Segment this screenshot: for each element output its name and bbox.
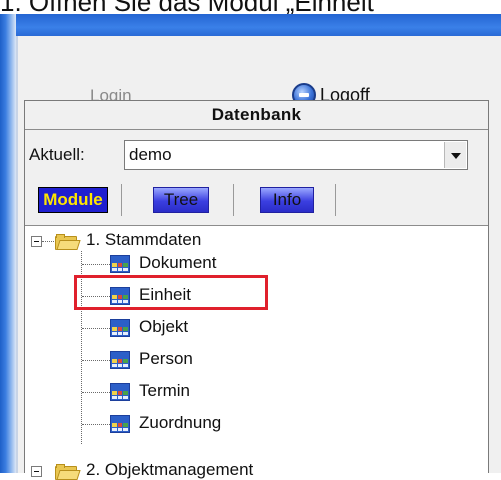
table-icon bbox=[110, 415, 130, 433]
highlight-box bbox=[74, 275, 268, 310]
table-icon bbox=[110, 351, 130, 369]
tab-divider bbox=[335, 184, 336, 216]
table-icon bbox=[110, 383, 130, 401]
database-title: Datenbank bbox=[25, 101, 488, 130]
tree-item-label: Objekt bbox=[139, 317, 189, 336]
tab-info-label: Info bbox=[259, 187, 315, 213]
tab-module-label: Module bbox=[38, 187, 108, 213]
table-icon bbox=[110, 255, 130, 273]
tab-module[interactable]: Module bbox=[27, 184, 119, 214]
tree-connector bbox=[42, 241, 56, 242]
window-frame-top bbox=[0, 14, 501, 36]
database-group: Datenbank Aktuell: demo Module Tree Info… bbox=[24, 100, 489, 480]
module-tree: 1. Stammdaten Dokument Einheit Objekt Pe… bbox=[25, 225, 488, 480]
tree-item-label: Dokument bbox=[139, 253, 217, 272]
tab-bar: Module Tree Info bbox=[25, 182, 488, 220]
database-select-value: demo bbox=[129, 145, 172, 164]
tab-divider bbox=[121, 184, 122, 216]
panel-edge bbox=[16, 36, 18, 473]
tree-item-label: Person bbox=[139, 349, 193, 368]
collapse-icon[interactable] bbox=[31, 236, 42, 247]
database-select[interactable]: demo bbox=[124, 140, 468, 170]
tree-root-objektmanagement[interactable]: 2. Objektmanagement bbox=[86, 460, 253, 480]
tab-divider bbox=[233, 184, 234, 216]
tab-tree-label: Tree bbox=[152, 187, 210, 213]
window-frame-left bbox=[0, 14, 16, 473]
tab-tree[interactable]: Tree bbox=[129, 184, 233, 214]
chevron-down-icon[interactable] bbox=[444, 142, 466, 168]
folder-icon bbox=[55, 464, 81, 480]
tree-item-label: Zuordnung bbox=[139, 413, 222, 432]
aktuell-label: Aktuell: bbox=[29, 145, 85, 164]
tree-item-label: Termin bbox=[139, 381, 191, 400]
expand-icon[interactable] bbox=[31, 466, 42, 477]
folder-open-icon bbox=[55, 234, 81, 250]
table-icon bbox=[110, 319, 130, 337]
tree-root-stammdaten[interactable]: 1. Stammdaten bbox=[86, 230, 201, 250]
tab-info[interactable]: Info bbox=[239, 184, 335, 214]
